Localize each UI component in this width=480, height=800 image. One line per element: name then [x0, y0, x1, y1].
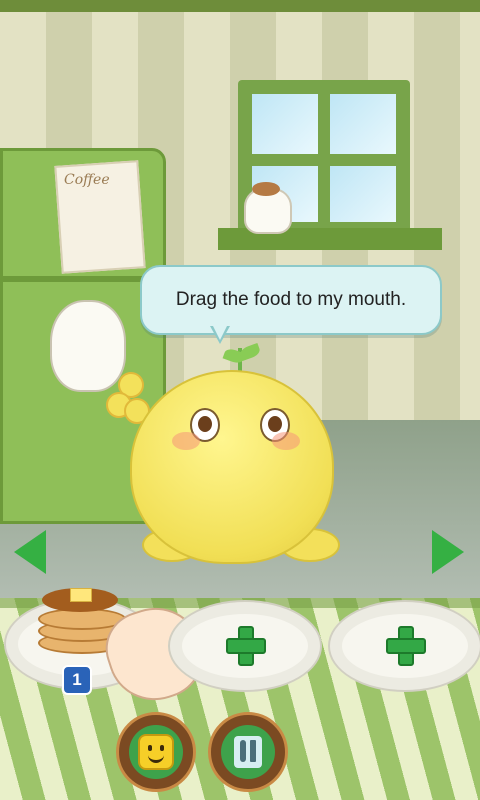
previous-room-arrow-icon[interactable] — [14, 530, 46, 574]
food-count-badge: 1 — [62, 665, 92, 695]
pet-character[interactable] — [130, 370, 334, 564]
jar-lid — [252, 182, 280, 196]
food-plate-3[interactable] — [328, 600, 480, 692]
fridge-card-text: Coffee — [64, 172, 110, 188]
game-scene: Coffee Drag the food to my mouth. 1 — [0, 0, 480, 800]
food-plate-2[interactable] — [168, 600, 322, 692]
emotion-button[interactable] — [116, 712, 196, 792]
top-bar — [0, 0, 480, 12]
pet-cheek — [172, 432, 200, 450]
utensils-icon — [234, 736, 262, 768]
speech-bubble-text: Drag the food to my mouth. — [175, 289, 407, 310]
feed-button[interactable] — [208, 712, 288, 792]
teapot-decoration — [50, 300, 126, 392]
speech-bubble: Drag the food to my mouth. — [140, 265, 442, 335]
pet-cheek — [272, 432, 300, 450]
next-room-arrow-icon[interactable] — [432, 530, 464, 574]
add-food-icon[interactable] — [226, 626, 266, 666]
smile-icon — [138, 734, 174, 770]
add-food-icon[interactable] — [386, 626, 426, 666]
